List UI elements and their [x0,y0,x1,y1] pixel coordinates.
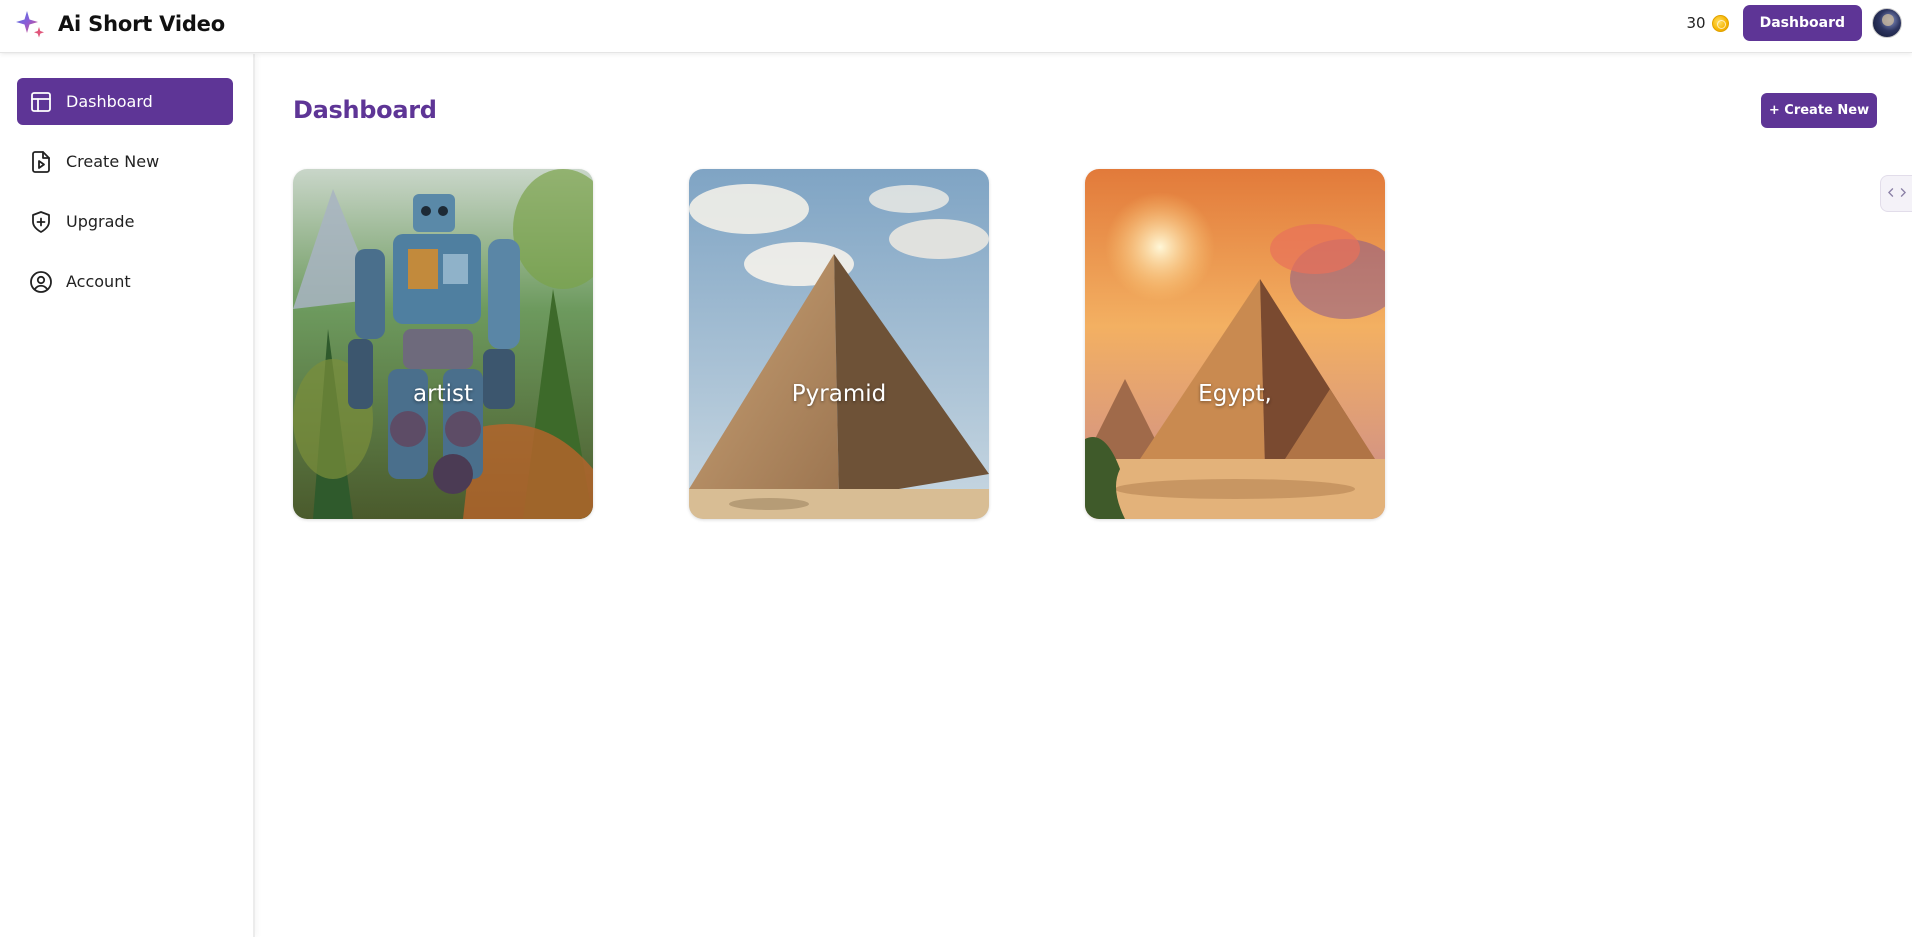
egypt-thumbnail [1085,169,1385,519]
brand[interactable]: Ai Short Video [16,9,225,39]
sidebar-item-label: Account [66,272,131,291]
pyramid-thumbnail [689,169,989,519]
top-header: Ai Short Video 30 Dashboard [0,0,1912,53]
create-new-button[interactable]: + Create New [1761,93,1877,128]
video-grid: artist Pyramid Egypt, [293,169,1385,519]
app-name: Ai Short Video [58,12,225,36]
shield-plus-icon [29,210,53,234]
sidebar-item-create-new[interactable]: Create New [17,138,233,185]
robot-thumbnail [293,169,593,519]
layout-icon [29,90,53,114]
dashboard-button[interactable]: Dashboard [1742,5,1862,41]
code-icon [1887,184,1906,203]
video-title: artist [413,381,473,407]
coin-icon [1711,14,1729,32]
user-avatar[interactable] [1872,8,1902,38]
user-circle-icon [29,270,53,294]
file-video-icon [29,150,53,174]
video-card[interactable]: Egypt, [1085,169,1385,519]
header-actions: 30 Dashboard [1687,5,1902,41]
video-title: Pyramid [791,381,887,407]
video-card[interactable]: artist [293,169,593,519]
sidebar-item-dashboard[interactable]: Dashboard [17,78,233,125]
page-title: Dashboard [293,96,437,124]
sidebar-item-account[interactable]: Account [17,258,233,305]
video-title: Egypt, [1198,381,1272,407]
sidebar-item-label: Upgrade [66,212,135,231]
sidebar-item-label: Create New [66,152,160,171]
sidebar: Dashboard Create New Upgrade Account [0,54,255,937]
credits-count: 30 [1686,14,1706,32]
sidebar-item-upgrade[interactable]: Upgrade [17,198,233,245]
sidebar-item-label: Dashboard [66,92,153,111]
credits-display: 30 [1687,14,1729,32]
sidebar-nav: Dashboard Create New Upgrade Account [17,78,233,318]
side-widget-tab[interactable] [1880,175,1912,212]
sparkle-icon [16,9,46,39]
video-card[interactable]: Pyramid [689,169,989,519]
